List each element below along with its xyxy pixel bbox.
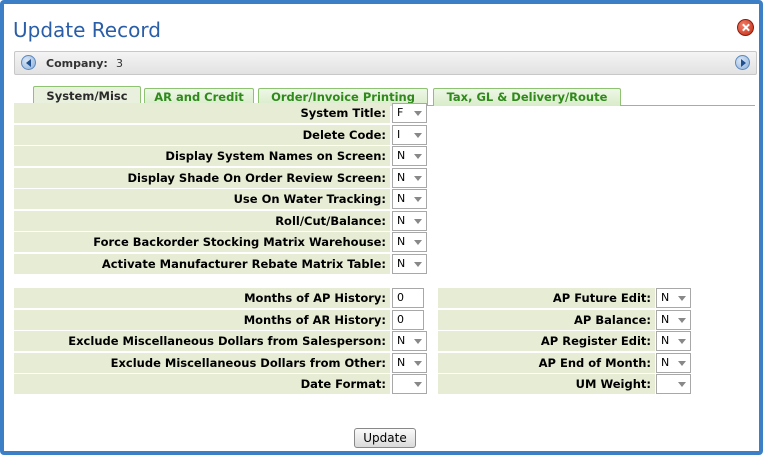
- chevron-down-icon: [414, 197, 422, 202]
- field-label: AP End of Month:: [538, 356, 651, 370]
- form-row: AP Future Edit:: [438, 288, 655, 308]
- use-on-water-tracking-select[interactable]: N: [392, 189, 427, 209]
- field-label: AP Future Edit:: [552, 291, 651, 305]
- field-label: Date Format:: [300, 377, 386, 391]
- close-icon[interactable]: [737, 19, 754, 36]
- field-label: Exclude Miscellaneous Dollars from Sales…: [68, 334, 386, 348]
- chevron-down-icon: [678, 382, 686, 387]
- field-label: Months of AR History:: [243, 313, 386, 327]
- form-row: Exclude Miscellaneous Dollars from Sales…: [14, 331, 390, 351]
- roll-cut-balance-select[interactable]: N: [392, 211, 427, 231]
- ap-end-of-month-select[interactable]: N: [656, 353, 691, 373]
- chevron-down-icon: [414, 382, 422, 387]
- field-label: Use On Water Tracking:: [233, 192, 386, 206]
- months-ap-history-input[interactable]: 0: [392, 288, 424, 308]
- form-row: Force Backorder Stocking Matrix Warehous…: [14, 232, 390, 252]
- form-row: Roll/Cut/Balance:: [14, 211, 390, 231]
- chevron-down-icon: [414, 339, 422, 344]
- field-label: AP Balance:: [574, 313, 651, 327]
- form-row: UM Weight:: [438, 374, 655, 394]
- ap-register-edit-select[interactable]: N: [656, 331, 691, 351]
- form-row: Display System Names on Screen:: [14, 146, 390, 166]
- chevron-down-icon: [414, 240, 422, 245]
- field-label: Roll/Cut/Balance:: [275, 214, 386, 228]
- update-record-dialog: Update Record Company: 3 System/Misc AR …: [0, 0, 763, 455]
- form-row: Months of AR History:: [14, 310, 390, 330]
- form-row: Use On Water Tracking:: [14, 189, 390, 209]
- ap-future-edit-select[interactable]: N: [656, 288, 691, 308]
- um-weight-select[interactable]: [656, 374, 691, 394]
- activate-rebate-matrix-select[interactable]: N: [392, 254, 427, 274]
- company-value: 3: [116, 57, 123, 70]
- system-title-select[interactable]: F: [392, 103, 427, 123]
- ap-balance-select[interactable]: N: [656, 310, 691, 330]
- next-record-icon[interactable]: [735, 55, 750, 70]
- months-ar-history-input[interactable]: 0: [392, 310, 424, 330]
- chevron-down-icon: [414, 133, 422, 138]
- chevron-down-icon: [414, 262, 422, 267]
- chevron-down-icon: [414, 154, 422, 159]
- field-label: AP Register Edit:: [540, 334, 651, 348]
- chevron-down-icon: [678, 361, 686, 366]
- chevron-down-icon: [678, 296, 686, 301]
- field-label: Activate Manufacturer Rebate Matrix Tabl…: [101, 257, 386, 271]
- form-row: Exclude Miscellaneous Dollars from Other…: [14, 353, 390, 373]
- form-row: Months of AP History:: [14, 288, 390, 308]
- previous-record-icon[interactable]: [21, 55, 36, 70]
- exclude-misc-salesperson-select[interactable]: N: [392, 331, 427, 351]
- chevron-down-icon: [678, 339, 686, 344]
- form-row: AP Register Edit:: [438, 331, 655, 351]
- chevron-down-icon: [414, 176, 422, 181]
- form-row: AP Balance:: [438, 310, 655, 330]
- update-button[interactable]: Update: [354, 428, 416, 448]
- form-row: Activate Manufacturer Rebate Matrix Tabl…: [14, 254, 390, 274]
- field-label: Display Shade On Order Review Screen:: [127, 171, 386, 185]
- field-label: Delete Code:: [302, 128, 386, 142]
- field-label: Force Backorder Stocking Matrix Warehous…: [93, 235, 386, 249]
- form-row: Display Shade On Order Review Screen:: [14, 168, 390, 188]
- chevron-down-icon: [414, 219, 422, 224]
- field-label: Display System Names on Screen:: [165, 149, 386, 163]
- field-label: System Title:: [300, 106, 386, 120]
- display-system-names-select[interactable]: N: [392, 146, 427, 166]
- field-label: UM Weight:: [575, 377, 651, 391]
- form-row: Delete Code:: [14, 125, 390, 145]
- form-row: Date Format:: [14, 374, 390, 394]
- force-backorder-select[interactable]: N: [392, 232, 427, 252]
- chevron-down-icon: [414, 111, 422, 116]
- form-row: AP End of Month:: [438, 353, 655, 373]
- field-label: Months of AP History:: [244, 291, 386, 305]
- chevron-down-icon: [414, 361, 422, 366]
- field-label: Exclude Miscellaneous Dollars from Other…: [110, 356, 386, 370]
- chevron-down-icon: [678, 318, 686, 323]
- company-bar: Company: 3: [14, 51, 757, 75]
- company-label: Company:: [46, 57, 108, 70]
- form-row: System Title:: [14, 103, 390, 123]
- date-format-select[interactable]: [392, 374, 427, 394]
- delete-code-select[interactable]: I: [392, 125, 427, 145]
- display-shade-select[interactable]: N: [392, 168, 427, 188]
- exclude-misc-other-select[interactable]: N: [392, 353, 427, 373]
- tab-tax-gl-delivery-route[interactable]: Tax, GL & Delivery/Route: [433, 88, 621, 106]
- dialog-title: Update Record: [13, 18, 161, 42]
